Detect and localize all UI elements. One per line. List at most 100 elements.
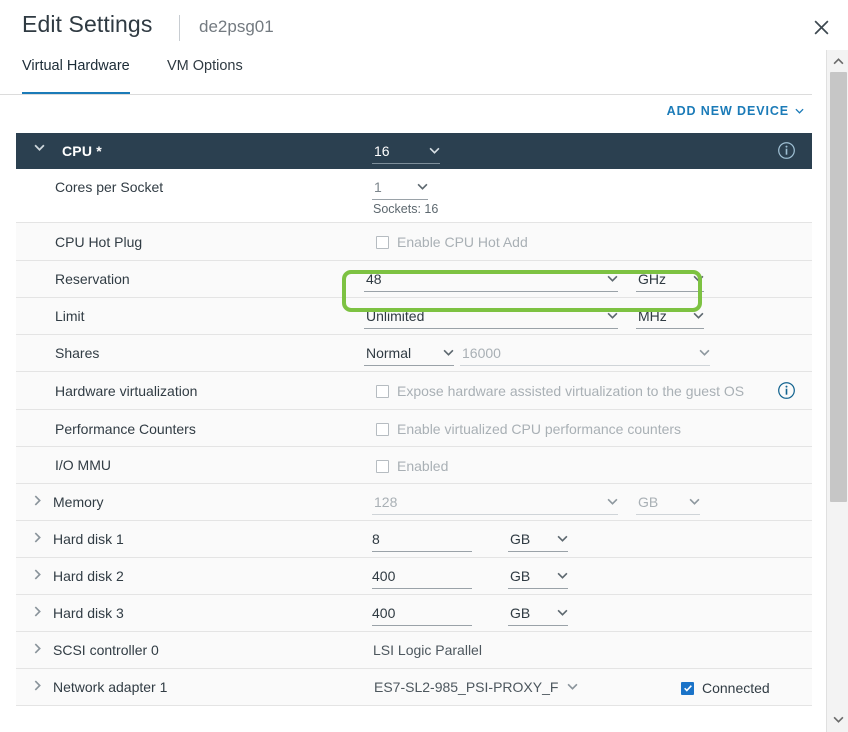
row-reservation: Reservation 48 GHz — [16, 261, 812, 298]
label-reservation: Reservation — [55, 271, 130, 287]
hard-disk-3-unit: GB — [508, 605, 530, 621]
chevron-down-icon — [559, 683, 578, 690]
shares-amount-select[interactable]: 16000 — [460, 340, 710, 366]
scroll-down-button[interactable] — [827, 710, 848, 728]
hard-disk-2-unit: GB — [508, 568, 530, 584]
row-memory[interactable]: Memory 128 GB — [16, 484, 812, 521]
row-hard-disk-1[interactable]: Hard disk 1 8 GB — [16, 521, 812, 558]
row-shares: Shares Normal 16000 — [16, 335, 812, 372]
memory-unit: GB — [636, 494, 658, 510]
reservation-value-select[interactable]: 48 — [364, 266, 618, 292]
row-cpu-hot-plug: CPU Hot Plug Enable CPU Hot Add — [16, 223, 812, 261]
memory-value-select[interactable]: 128 — [372, 489, 618, 515]
io-mmu-checkbox[interactable] — [376, 460, 389, 473]
row-hard-disk-3[interactable]: Hard disk 3 400 GB — [16, 595, 812, 632]
label-shares: Shares — [55, 345, 99, 361]
limit-value: Unlimited — [364, 308, 424, 324]
chevron-down-icon — [435, 349, 454, 356]
chevron-down-icon — [685, 275, 704, 282]
edit-settings-dialog: Edit Settings de2psg01 Virtual Hardware … — [0, 0, 848, 732]
row-hard-disk-2[interactable]: Hard disk 2 400 GB — [16, 558, 812, 595]
label-cores-per-socket: Cores per Socket — [55, 179, 163, 195]
limit-value-select[interactable]: Unlimited — [364, 303, 618, 329]
content-bottom-clip — [0, 716, 812, 732]
hardware-table: CPU * 16 Cores per Socket — [16, 133, 812, 706]
limit-unit: MHz — [636, 308, 667, 324]
chevron-right-icon[interactable] — [34, 643, 41, 654]
hard-disk-1-unit-select[interactable]: GB — [508, 526, 568, 552]
add-new-device-label: ADD NEW DEVICE — [667, 104, 789, 118]
section-header-cpu[interactable]: CPU * 16 — [16, 133, 812, 169]
close-icon — [813, 19, 830, 41]
expose-hv-label: Expose hardware assisted virtualization … — [397, 383, 744, 399]
add-new-device-button[interactable]: ADD NEW DEVICE — [667, 104, 804, 118]
label-cpu-hot-plug: CPU Hot Plug — [55, 234, 142, 250]
hard-disk-1-unit: GB — [508, 531, 530, 547]
shares-amount-value: 16000 — [460, 345, 501, 361]
label-network-adapter-1: Network adapter 1 — [53, 679, 167, 695]
cores-per-socket-select[interactable]: 1 — [372, 174, 428, 200]
vertical-scrollbar[interactable] — [826, 50, 848, 732]
scrollbar-thumb[interactable] — [830, 72, 847, 502]
chevron-down-icon[interactable] — [34, 144, 45, 151]
vm-name: de2psg01 — [199, 17, 274, 37]
hard-disk-3-unit-select[interactable]: GB — [508, 600, 568, 626]
chevron-up-icon — [833, 58, 844, 65]
chevron-right-icon[interactable] — [34, 606, 41, 617]
label-hard-disk-1: Hard disk 1 — [53, 531, 124, 547]
tab-vm-options[interactable]: VM Options — [167, 58, 243, 95]
chevron-right-icon[interactable] — [34, 532, 41, 543]
row-cores-per-socket: Cores per Socket 1 Sockets: 16 — [16, 169, 812, 223]
limit-unit-select[interactable]: MHz — [636, 303, 704, 329]
cpu-hot-add-label: Enable CPU Hot Add — [397, 234, 528, 250]
chevron-down-icon — [833, 716, 844, 723]
row-limit: Limit Unlimited MHz — [16, 298, 812, 335]
hard-disk-3-size-value: 400 — [372, 605, 395, 621]
cpu-count-select[interactable]: 16 — [372, 138, 440, 164]
tab-vm-options-label: VM Options — [167, 58, 243, 74]
label-scsi-controller-0: SCSI controller 0 — [53, 642, 159, 658]
memory-value: 128 — [372, 494, 397, 510]
performance-counters-checkbox[interactable] — [376, 423, 389, 436]
sockets-note: Sockets: 16 — [373, 202, 438, 216]
hard-disk-1-size-input[interactable]: 8 — [372, 526, 472, 552]
shares-level-value: Normal — [364, 345, 411, 361]
cpu-count-value: 16 — [372, 143, 390, 159]
performance-counters-label: Enable virtualized CPU performance count… — [397, 421, 681, 437]
tab-bar-divider — [0, 94, 812, 95]
chevron-down-icon — [795, 108, 804, 114]
row-io-mmu: I/O MMU Enabled — [16, 447, 812, 484]
cpu-hot-add-checkbox[interactable] — [376, 236, 389, 249]
chevron-down-icon — [549, 572, 568, 579]
expose-hv-checkbox[interactable] — [376, 385, 389, 398]
chevron-right-icon[interactable] — [34, 680, 41, 691]
network-adapter-1-connected-checkbox[interactable] — [681, 682, 694, 695]
shares-level-select[interactable]: Normal — [364, 340, 454, 366]
scroll-up-button[interactable] — [827, 52, 848, 70]
reservation-unit: GHz — [636, 271, 666, 287]
hard-disk-3-size-input[interactable]: 400 — [372, 600, 472, 626]
memory-unit-select[interactable]: GB — [636, 489, 700, 515]
network-adapter-1-portgroup-value: ES7-SL2-985_PSI-PROXY_FE — [372, 679, 559, 695]
section-title-cpu: CPU * — [62, 143, 102, 159]
hard-disk-2-size-value: 400 — [372, 568, 395, 584]
row-scsi-controller-0[interactable]: SCSI controller 0 LSI Logic Parallel — [16, 632, 812, 669]
tab-virtual-hardware[interactable]: Virtual Hardware — [22, 58, 130, 95]
tab-virtual-hardware-label: Virtual Hardware — [22, 58, 130, 74]
chevron-right-icon[interactable] — [34, 495, 41, 506]
scsi-controller-0-value: LSI Logic Parallel — [373, 642, 482, 658]
chevron-right-icon[interactable] — [34, 569, 41, 580]
label-hard-disk-2: Hard disk 2 — [53, 568, 124, 584]
hardware-virtualization-info-icon[interactable] — [777, 381, 796, 405]
hard-disk-2-unit-select[interactable]: GB — [508, 563, 568, 589]
close-button[interactable] — [808, 17, 834, 43]
reservation-unit-select[interactable]: GHz — [636, 266, 704, 292]
chevron-down-icon — [599, 275, 618, 282]
cpu-info-icon[interactable] — [777, 141, 796, 165]
network-adapter-1-portgroup-select[interactable]: ES7-SL2-985_PSI-PROXY_FE — [372, 674, 578, 700]
row-hardware-virtualization: Hardware virtualization Expose hardware … — [16, 372, 812, 410]
hard-disk-2-size-input[interactable]: 400 — [372, 563, 472, 589]
chevron-down-icon — [599, 312, 618, 319]
label-hardware-virtualization: Hardware virtualization — [55, 383, 197, 399]
row-network-adapter-1[interactable]: Network adapter 1 ES7-SL2-985_PSI-PROXY_… — [16, 669, 812, 706]
